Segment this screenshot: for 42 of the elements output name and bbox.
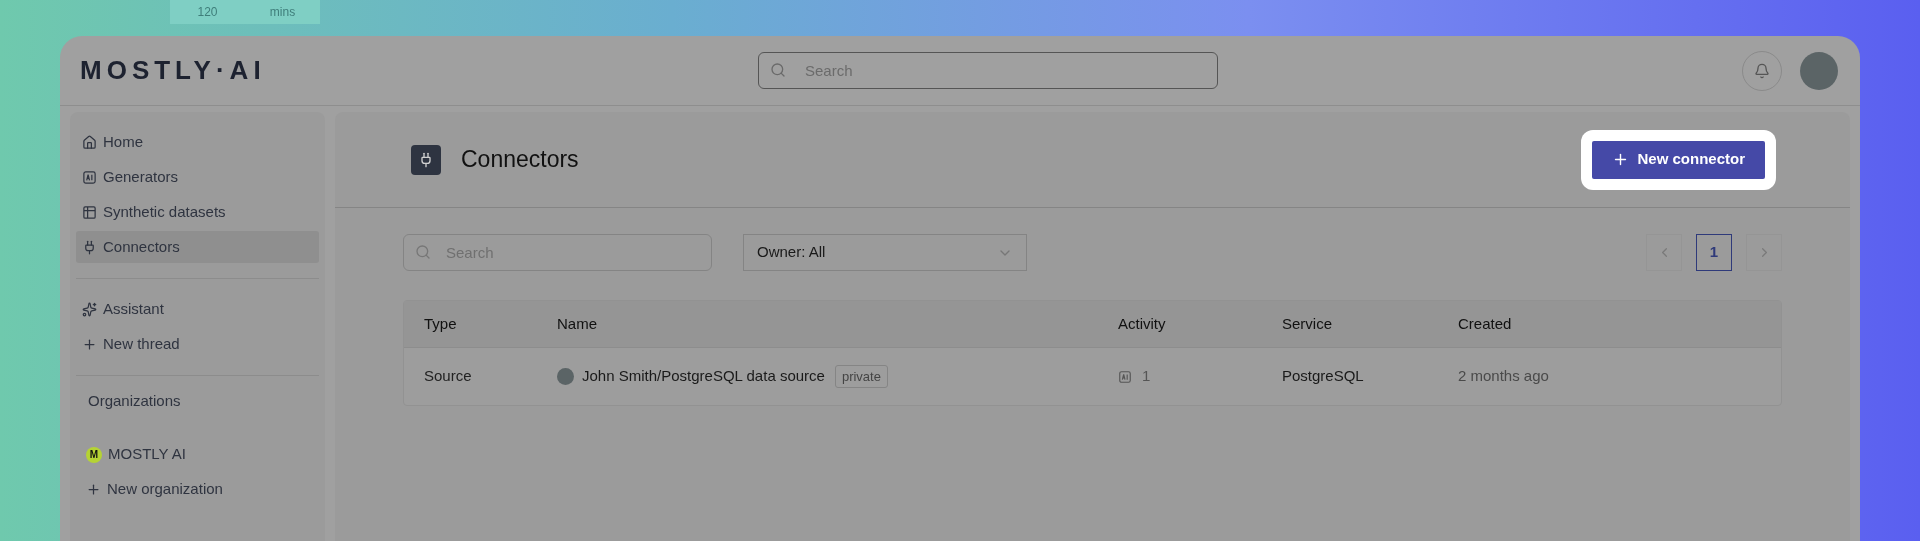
section-heading: Organizations <box>87 391 182 411</box>
avatar[interactable] <box>1800 51 1838 90</box>
search-icon <box>770 62 786 78</box>
column-header: Name <box>556 313 598 334</box>
sparkle-icon <box>82 301 97 317</box>
connector-name[interactable]: John Smith/PostgreSQL data source <box>582 365 825 388</box>
org-badge: M <box>86 446 102 463</box>
sidebar-item[interactable]: New organization <box>76 473 319 506</box>
sidebar-item[interactable]: Assistant <box>76 293 319 325</box>
plug-icon <box>82 239 97 255</box>
ai-chip-icon <box>82 169 97 185</box>
column-header: Service <box>1281 313 1334 334</box>
table-cell-text: PostgreSQL <box>1281 366 1365 387</box>
new-connector-button[interactable]: New connector <box>1592 140 1765 179</box>
activity-count: 1 <box>1142 366 1151 387</box>
sidebar-item[interactable]: Generators <box>76 161 319 193</box>
sidebar-item[interactable]: Connectors <box>76 231 319 263</box>
owner-dropdown[interactable]: Owner: All <box>743 234 1027 271</box>
sidebar-item[interactable]: M MOSTLY AI <box>76 438 319 471</box>
sidebar-item[interactable]: Synthetic datasets <box>76 196 319 228</box>
home-icon <box>82 134 97 150</box>
column-header: Created <box>1457 313 1513 334</box>
sidebar-item[interactable]: New thread <box>76 328 319 360</box>
table-cell-text: Source <box>423 366 473 387</box>
page-title: Connectors <box>461 145 579 175</box>
bell-icon <box>1754 62 1770 79</box>
table-icon <box>82 204 97 220</box>
column-header: Type <box>423 313 458 334</box>
plus-icon <box>86 482 101 497</box>
ai-chip-icon <box>1118 369 1132 384</box>
private-tag: private <box>834 365 888 388</box>
owner-avatar <box>557 368 574 385</box>
page-button[interactable]: 1 <box>1696 234 1732 271</box>
plus-icon <box>82 336 97 352</box>
backdrop-text: mins <box>268 4 297 21</box>
sidebar-item[interactable]: Home <box>76 126 319 158</box>
backdrop-text: 120 <box>196 4 219 21</box>
table-cell-text: 2 months ago <box>1457 366 1550 387</box>
logo[interactable]: MOSTLY·AI <box>80 51 560 90</box>
search-icon <box>415 244 431 260</box>
column-header: Activity <box>1117 313 1167 334</box>
connectors-icon <box>411 144 441 175</box>
